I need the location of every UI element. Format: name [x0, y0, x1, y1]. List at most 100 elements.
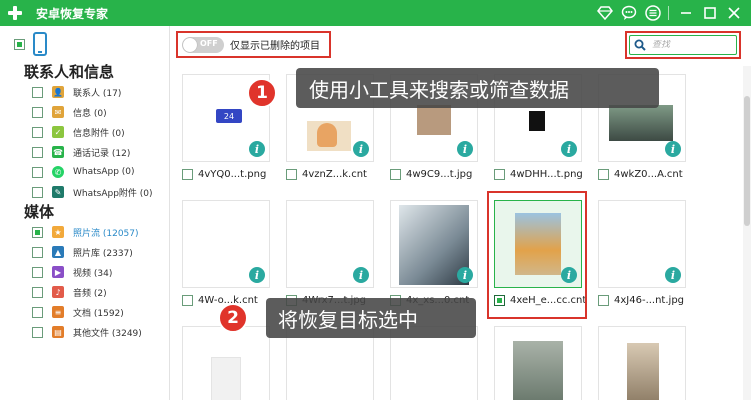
sidebar-item-photo-library[interactable]: ▲ 照片库 (2337) — [0, 242, 169, 262]
sidebar-item-label: WhatsApp附件 (0) — [73, 188, 153, 199]
category-checkbox[interactable] — [32, 226, 43, 238]
file-caption: 4vznZ...k.cnt — [286, 165, 376, 183]
diamond-icon[interactable] — [594, 2, 616, 24]
menu-icon[interactable] — [642, 2, 664, 24]
sidebar-item-label: 联系人 (17) — [73, 88, 122, 99]
category-checkbox[interactable] — [32, 326, 43, 338]
file-thumbnail[interactable]: i — [182, 200, 270, 288]
search-highlight — [625, 31, 741, 59]
step-badge: 1 — [247, 78, 277, 108]
file-thumbnail[interactable] — [182, 326, 270, 400]
sidebar-item-label: 文档 (1592) — [73, 308, 124, 319]
sidebar-item-call-log[interactable]: ☎ 通话记录 (12) — [0, 142, 169, 162]
window-controls-divider — [668, 6, 669, 20]
file-name: 4w9C9...t.jpg — [406, 168, 473, 180]
contacts-icon: 👤 — [52, 86, 64, 98]
category-checkbox[interactable] — [32, 86, 43, 98]
sidebar-item-video[interactable]: ▶ 视频 (34) — [0, 262, 169, 282]
file-tile[interactable]: i 4xJ46-...nt.jpg — [598, 200, 688, 309]
category-checkbox[interactable] — [32, 246, 43, 258]
maximize-icon[interactable] — [699, 2, 721, 24]
file-checkbox[interactable] — [182, 294, 193, 306]
sidebar-item-photo-stream[interactable]: ★ 照片流 (12057) — [0, 222, 169, 242]
sidebar-item-messages[interactable]: ✉ 信息 (0) — [0, 102, 169, 122]
search-input[interactable] — [652, 40, 732, 50]
thumbnail-image — [513, 341, 563, 400]
file-tile[interactable] — [494, 326, 584, 400]
info-icon[interactable]: i — [353, 141, 369, 157]
whatsapp-attachment-icon: ✎ — [52, 186, 64, 198]
file-caption: 4w9C9...t.jpg — [390, 165, 480, 183]
feedback-icon[interactable] — [618, 2, 640, 24]
file-checkbox[interactable] — [598, 294, 609, 306]
toolbar: OFF 仅显示已删除的项目 — [171, 26, 751, 66]
sidebar-item-contacts[interactable]: 👤 联系人 (17) — [0, 82, 169, 102]
grid-scrollbar[interactable] — [743, 66, 751, 400]
info-icon[interactable]: i — [353, 267, 369, 283]
sidebar-item-other-files[interactable]: ▤ 其他文件 (3249) — [0, 322, 169, 342]
thumbnail-image — [211, 357, 241, 400]
file-checkbox[interactable] — [598, 168, 609, 180]
file-checkbox[interactable] — [390, 168, 401, 180]
category-checkbox[interactable] — [32, 266, 43, 278]
thumbnail-image — [609, 105, 673, 141]
file-tile[interactable]: i 4W-o...k.cnt — [182, 200, 272, 309]
whatsapp-icon: ✆ — [52, 166, 64, 178]
info-icon[interactable]: i — [249, 141, 265, 157]
toggle-state-label: OFF — [200, 38, 218, 48]
sidebar-item-documents[interactable]: ≡ 文档 (1592) — [0, 302, 169, 322]
file-name: 4wkZ0...A.cnt — [614, 168, 683, 180]
section-contacts-messages: 联系人和信息 — [24, 63, 115, 81]
category-checkbox[interactable] — [32, 186, 43, 198]
sidebar-item-label: WhatsApp (0) — [73, 167, 135, 177]
app-logo-icon — [6, 4, 24, 22]
category-checkbox[interactable] — [32, 146, 43, 158]
info-icon[interactable]: i — [457, 141, 473, 157]
sidebar-item-label: 信息附件 (0) — [73, 128, 125, 139]
file-thumbnail[interactable]: i — [598, 200, 686, 288]
photo-library-icon: ▲ — [52, 246, 64, 258]
file-checkbox[interactable] — [286, 168, 297, 180]
info-icon[interactable]: i — [665, 267, 681, 283]
file-tile[interactable] — [598, 326, 688, 400]
file-caption: 4vYQ0...t.png — [182, 165, 272, 183]
sidebar-item-message-attachments[interactable]: ✓ 信息附件 (0) — [0, 122, 169, 142]
category-checkbox[interactable] — [32, 286, 43, 298]
document-icon: ≡ — [52, 306, 64, 318]
step-badge: 2 — [218, 303, 248, 333]
sidebar-item-audio[interactable]: ♪ 音频 (2) — [0, 282, 169, 302]
file-thumbnail[interactable] — [598, 326, 686, 400]
info-icon[interactable]: i — [665, 141, 681, 157]
close-icon[interactable] — [723, 2, 745, 24]
title-bar: 安卓恢复专家 — [0, 0, 751, 26]
thumbnail-image — [529, 111, 545, 131]
file-grid: 24 i 4vYQ0...t.png i 4vznZ...k.cnt i 4w9… — [171, 66, 751, 400]
scrollbar-thumb[interactable] — [744, 96, 750, 226]
deleted-only-label: 仅显示已删除的项目 — [230, 41, 320, 52]
category-checkbox[interactable] — [32, 166, 43, 178]
file-thumbnail[interactable]: i — [286, 200, 374, 288]
category-checkbox[interactable] — [32, 106, 43, 118]
file-tile[interactable]: i 4x_xs...0.cnt — [390, 200, 480, 309]
sidebar-item-whatsapp-attachments[interactable]: ✎ WhatsApp附件 (0) — [0, 182, 169, 202]
info-icon[interactable]: i — [249, 267, 265, 283]
file-checkbox[interactable] — [494, 168, 505, 180]
info-icon[interactable]: i — [561, 141, 577, 157]
file-checkbox[interactable] — [182, 168, 193, 180]
select-all-checkbox[interactable] — [14, 38, 25, 50]
category-checkbox[interactable] — [32, 126, 43, 138]
category-checkbox[interactable] — [32, 306, 43, 318]
selection-highlight — [487, 191, 587, 319]
file-tile[interactable] — [182, 326, 272, 400]
search-field — [629, 35, 737, 55]
callout-text: 将恢复目标选中 — [278, 307, 418, 332]
deleted-only-toggle[interactable]: OFF — [182, 36, 224, 53]
file-thumbnail[interactable]: i — [390, 200, 478, 288]
sidebar-item-whatsapp[interactable]: ✆ WhatsApp (0) — [0, 162, 169, 182]
minimize-icon[interactable] — [675, 2, 697, 24]
callout-select: 将恢复目标选中 — [266, 298, 476, 338]
info-icon[interactable]: i — [457, 267, 473, 283]
file-tile[interactable]: i 4Wrx7...t.jpg — [286, 200, 376, 309]
file-thumbnail[interactable] — [494, 326, 582, 400]
callout-text: 使用小工具来搜索或筛查数据 — [309, 77, 569, 102]
